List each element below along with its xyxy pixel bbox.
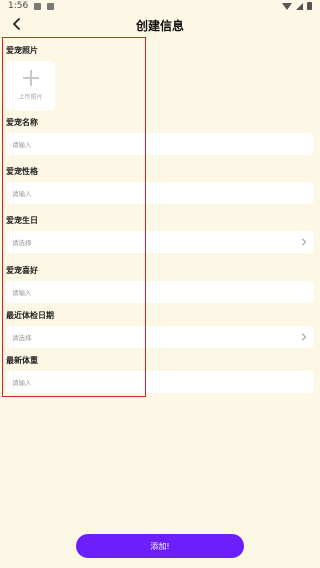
pet-personality-placeholder: 请输入 <box>12 190 32 198</box>
pet-birthday-label: 爱宠生日 <box>6 216 38 225</box>
chevron-right-icon <box>302 238 307 246</box>
pet-birthday-picker[interactable]: 请选择 <box>6 231 314 253</box>
pet-name-placeholder: 请输入 <box>12 141 32 149</box>
upload-photo-text: 上传照片 <box>18 94 43 101</box>
header: 创建信息 <box>0 12 320 38</box>
status-time: 1:56 <box>8 1 29 11</box>
battery-icon <box>307 2 312 10</box>
latest-weight-placeholder: 请输入 <box>12 379 32 387</box>
signal-icon <box>296 2 303 10</box>
pet-photo-label: 爱宠照片 <box>6 46 38 55</box>
pet-personality-field[interactable]: 请输入 <box>6 182 314 204</box>
pet-hobby-field[interactable]: 请输入 <box>6 281 314 303</box>
photo-upload-button[interactable]: 上传照片 <box>6 61 55 110</box>
chevron-right-icon <box>302 333 307 341</box>
notification-icon <box>34 2 42 10</box>
latest-weight-field[interactable]: 请输入 <box>6 371 314 393</box>
wifi-icon <box>282 2 292 10</box>
pet-info-form: 爱宠照片 上传照片 爱宠名称 请输入 爱宠性格 请输入 爱宠生日 请选择 爱宠喜… <box>0 45 320 393</box>
pet-name-label: 爱宠名称 <box>6 118 38 127</box>
back-arrow-icon[interactable] <box>10 17 24 31</box>
checkup-date-placeholder: 请选择 <box>12 334 32 342</box>
status-bar: 1:56 <box>0 0 320 12</box>
checkup-date-label: 最近体检日期 <box>6 311 54 320</box>
pet-personality-label: 爱宠性格 <box>6 167 38 176</box>
latest-weight-label: 最新体重 <box>6 356 38 365</box>
notification-icon <box>47 2 55 10</box>
pet-birthday-placeholder: 请选择 <box>12 239 32 247</box>
add-button[interactable]: 添加! <box>76 534 244 558</box>
pet-name-field[interactable]: 请输入 <box>6 133 314 155</box>
plus-icon <box>22 70 39 86</box>
page-title: 创建信息 <box>135 18 184 33</box>
pet-hobby-label: 爱宠喜好 <box>6 266 38 275</box>
checkup-date-picker[interactable]: 请选择 <box>6 326 314 348</box>
pet-hobby-placeholder: 请输入 <box>12 289 32 297</box>
